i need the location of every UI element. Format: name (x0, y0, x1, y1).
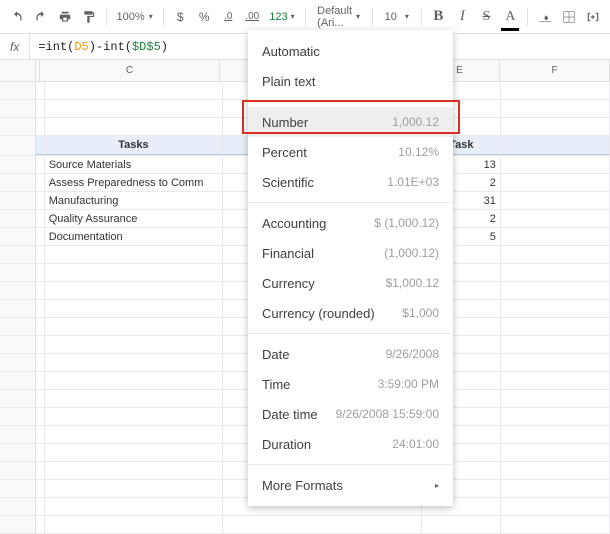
column-header[interactable]: F (500, 60, 610, 81)
menu-item-duration[interactable]: Duration24:01:00 (248, 429, 453, 459)
select-all-corner[interactable] (0, 60, 36, 81)
menu-item-date[interactable]: Date9/26/2008 (248, 339, 453, 369)
menu-item-datetime[interactable]: Date time9/26/2008 15:59:00 (248, 399, 453, 429)
column-header[interactable]: C (40, 60, 220, 81)
menu-item-currency[interactable]: Currency$1,000.12 (248, 268, 453, 298)
fx-label: fx (0, 34, 30, 59)
zoom-value: 100% (117, 11, 145, 23)
font-name: Default (Ari... (317, 5, 352, 29)
borders-button[interactable] (558, 5, 580, 29)
menu-item-more-formats[interactable]: More Formats▸ (248, 470, 453, 500)
menu-item-time[interactable]: Time3:59:00 PM (248, 369, 453, 399)
chevron-right-icon: ▸ (435, 481, 439, 490)
cell-task[interactable]: Quality Assurance (45, 210, 224, 227)
print-button[interactable] (54, 5, 76, 29)
menu-item-percent[interactable]: Percent10.12% (248, 137, 453, 167)
decrease-decimal-button[interactable]: .0 (217, 5, 239, 29)
menu-item-scientific[interactable]: Scientific1.01E+03 (248, 167, 453, 197)
increase-decimal-button[interactable]: .00 (241, 5, 263, 29)
chevron-down-icon: ▾ (356, 12, 360, 21)
number-format-dropdown[interactable]: 123 ▾ (265, 11, 298, 23)
text-color-button[interactable]: A (499, 5, 521, 29)
menu-separator (248, 202, 453, 203)
menu-item-financial[interactable]: Financial(1,000.12) (248, 238, 453, 268)
percent-button[interactable]: % (193, 5, 215, 29)
menu-item-plaintext[interactable]: Plain text (248, 66, 453, 96)
toolbar: 100% ▾ $ % .0 .00 123 ▾ Default (Ari... … (0, 0, 610, 34)
menu-item-currency-rounded[interactable]: Currency (rounded)$1,000 (248, 298, 453, 328)
merge-cells-button[interactable] (582, 5, 604, 29)
number-format-menu: Automatic Plain text Number1,000.12 Perc… (248, 30, 453, 506)
redo-button[interactable] (30, 5, 52, 29)
menu-item-number[interactable]: Number1,000.12 (248, 107, 453, 137)
menu-item-automatic[interactable]: Automatic (248, 36, 453, 66)
cell-task[interactable]: Documentation (45, 228, 224, 245)
font-size-select[interactable]: 10 ▾ (379, 11, 415, 23)
menu-separator (248, 464, 453, 465)
cell-task[interactable]: Assess Preparedness to Comm (45, 174, 224, 191)
table-row (0, 516, 610, 534)
zoom-select[interactable]: 100% ▾ (113, 11, 157, 23)
font-size-value: 10 (385, 11, 397, 23)
chevron-down-icon: ▾ (405, 12, 409, 21)
italic-button[interactable]: I (451, 5, 473, 29)
strikethrough-button[interactable]: S (475, 5, 497, 29)
paint-format-button[interactable] (78, 5, 100, 29)
number-format-label: 123 (269, 11, 287, 23)
undo-button[interactable] (6, 5, 28, 29)
currency-button[interactable]: $ (169, 5, 191, 29)
bold-button[interactable]: B (427, 5, 449, 29)
chevron-down-icon: ▾ (149, 12, 153, 21)
menu-separator (248, 101, 453, 102)
chevron-down-icon: ▾ (291, 12, 295, 21)
menu-item-accounting[interactable]: Accounting$ (1,000.12) (248, 208, 453, 238)
menu-separator (248, 333, 453, 334)
formula-input[interactable]: =int(D5)-int($D$5) (30, 40, 176, 54)
cell-task[interactable]: Source Materials (45, 156, 224, 173)
font-family-select[interactable]: Default (Ari... ▾ (311, 5, 366, 29)
fill-color-button[interactable] (534, 5, 556, 29)
header-tasks[interactable]: Tasks (45, 136, 224, 155)
cell-task[interactable]: Manufacturing (45, 192, 224, 209)
